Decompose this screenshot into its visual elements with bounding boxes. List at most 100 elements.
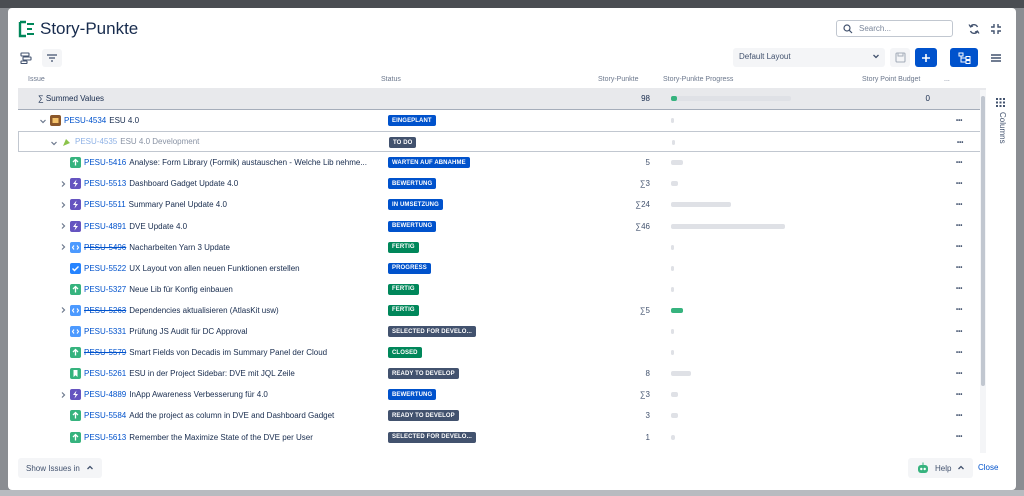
- row-actions-button[interactable]: •••: [956, 173, 962, 194]
- issue-key-link[interactable]: PESU-5416: [84, 158, 126, 167]
- row-actions-button[interactable]: •••: [956, 110, 962, 131]
- status-lozenge[interactable]: CLOSED: [388, 347, 422, 359]
- row-actions-button[interactable]: •••: [956, 237, 962, 258]
- issue-key-link[interactable]: PESU-5327: [84, 285, 126, 294]
- issue-row[interactable]: PESU-4534 ESU 4.0 EINGEPLANT •••: [18, 110, 986, 131]
- issue-row[interactable]: PESU-5511 Summary Panel Update 4.0 IN UMSE…: [18, 194, 986, 215]
- search-box[interactable]: [836, 20, 953, 37]
- collapse-toggle[interactable]: [49, 132, 59, 153]
- search-input[interactable]: [859, 22, 949, 35]
- status-lozenge[interactable]: EINGEPLANT: [388, 115, 436, 126]
- column-header-status[interactable]: Status: [381, 76, 401, 83]
- row-actions-button[interactable]: •••: [956, 321, 962, 342]
- status-lozenge[interactable]: TO DO: [389, 137, 417, 149]
- status-lozenge[interactable]: SELECTED FOR DEVELO...: [388, 431, 476, 443]
- issue-key-link[interactable]: PESU-4534: [64, 116, 106, 125]
- help-button[interactable]: Help: [908, 458, 974, 478]
- issue-key-link[interactable]: PESU-5613: [84, 433, 126, 442]
- column-header-more[interactable]: ...: [944, 76, 950, 83]
- story-points-value: ∑24: [635, 200, 650, 210]
- issue-key-link[interactable]: PESU-5263: [84, 306, 126, 315]
- row-actions-button[interactable]: •••: [956, 194, 962, 215]
- status-lozenge[interactable]: FERTIG: [388, 283, 419, 295]
- issue-key-link[interactable]: PESU-5261: [84, 369, 126, 378]
- issue-row[interactable]: PESU-5327 Neue Lib für Konfig einbauen FER…: [18, 279, 986, 300]
- story-points-value: 3: [645, 411, 650, 421]
- show-issues-in-button[interactable]: Show Issues in: [18, 458, 102, 478]
- issue-key-link[interactable]: PESU-5579: [84, 348, 126, 357]
- status-lozenge[interactable]: WARTEN AUF ABNAHME: [388, 157, 470, 169]
- issue-key-link[interactable]: PESU-4535: [75, 137, 117, 146]
- expand-toggle[interactable]: [58, 384, 68, 405]
- row-actions-button[interactable]: •••: [956, 258, 962, 279]
- save-layout-button[interactable]: [890, 48, 910, 67]
- column-header-issue[interactable]: Issue: [28, 76, 45, 83]
- issue-row[interactable]: PESU-5496 Nacharbeiten Yarn 3 Update FERTI…: [18, 237, 986, 258]
- structure-button[interactable]: [950, 48, 978, 67]
- issue-row[interactable]: PESU-5263 Dependencies aktualisieren (Atl…: [18, 300, 986, 321]
- issue-row[interactable]: PESU-4891 DVE Update 4.0 BEWERTUNG ∑46 •••: [18, 216, 986, 237]
- issue-summary: InApp Awareness Verbesserung für 4.0: [129, 390, 268, 400]
- status-lozenge[interactable]: BEWERTUNG: [388, 220, 437, 232]
- status-lozenge[interactable]: FERTIG: [388, 241, 419, 253]
- issue-row[interactable]: PESU-4535 ESU 4.0 Development TO DO •••: [18, 131, 986, 153]
- issue-key-link[interactable]: PESU-5522: [84, 264, 126, 273]
- row-actions-button[interactable]: •••: [957, 132, 963, 153]
- expand-toggle[interactable]: [58, 237, 68, 258]
- issue-key-link[interactable]: PESU-5584: [84, 411, 126, 420]
- expand-toggle[interactable]: [58, 173, 68, 194]
- status-lozenge[interactable]: READY TO DEVELOP: [388, 410, 459, 422]
- layout-select[interactable]: Default Layout: [733, 48, 885, 67]
- issue-key-link[interactable]: PESU-4891: [84, 222, 126, 231]
- row-actions-button[interactable]: •••: [956, 279, 962, 300]
- issue-row[interactable]: PESU-5584 Add the project as column in DV…: [18, 405, 986, 426]
- collapse-toggle[interactable]: [38, 110, 48, 131]
- column-header-budget[interactable]: Story Point Budget: [862, 76, 920, 83]
- status-lozenge[interactable]: PROGRESS: [388, 262, 431, 274]
- issue-key-link[interactable]: PESU-5496: [84, 243, 126, 252]
- row-actions-button[interactable]: •••: [956, 216, 962, 237]
- filter-button[interactable]: [42, 49, 62, 67]
- issue-key-link[interactable]: PESU-5331: [84, 327, 126, 336]
- minimize-button[interactable]: [988, 21, 1004, 37]
- row-actions-button[interactable]: •••: [956, 427, 962, 448]
- expand-toggle[interactable]: [58, 300, 68, 321]
- row-actions-button[interactable]: •••: [956, 405, 962, 426]
- status-lozenge[interactable]: SELECTED FOR DEVELO...: [388, 326, 476, 337]
- status-lozenge[interactable]: IN UMSETZUNG: [388, 199, 443, 211]
- row-actions-button[interactable]: •••: [956, 152, 962, 173]
- refresh-button[interactable]: [966, 21, 982, 37]
- issue-row[interactable]: PESU-5416 Analyse: Form Library (Formik) …: [18, 152, 986, 173]
- issue-key-link[interactable]: PESU-5511: [84, 200, 126, 209]
- status-lozenge[interactable]: READY TO DEVELOP: [388, 368, 459, 380]
- expand-toggle[interactable]: [58, 216, 68, 237]
- menu-button[interactable]: [984, 48, 1008, 67]
- issue-row[interactable]: PESU-5513 Dashboard Gadget Update 4.0 BEWE…: [18, 173, 986, 194]
- progress-bar: [672, 140, 675, 146]
- issue-row[interactable]: PESU-5613 Remember the Maximize State of …: [18, 427, 986, 448]
- expand-toggle[interactable]: [58, 194, 68, 215]
- column-header-progress[interactable]: Story-Punkte Progress: [663, 76, 733, 83]
- close-button[interactable]: Close: [978, 463, 998, 472]
- dialog-header: Story-Punkte: [8, 8, 1016, 52]
- scrollbar-thumb[interactable]: [981, 96, 985, 386]
- row-actions-button[interactable]: •••: [956, 342, 962, 363]
- column-header-story-points[interactable]: Story-Punkte: [598, 76, 638, 83]
- add-button[interactable]: [915, 48, 937, 67]
- status-lozenge[interactable]: BEWERTUNG: [388, 389, 437, 401]
- row-actions-button[interactable]: •••: [956, 384, 962, 405]
- summed-values-progress-bar: [671, 96, 791, 101]
- columns-side-panel[interactable]: Columns: [990, 98, 1012, 158]
- issue-row[interactable]: PESU-5261 ESU in der Project Sidebar: DVE…: [18, 363, 986, 384]
- issue-key-link[interactable]: PESU-5513: [84, 179, 126, 188]
- issue-row[interactable]: PESU-5522 UX Layout von allen neuen Funkt…: [18, 258, 986, 279]
- issue-row[interactable]: PESU-5331 Prüfung JS Audit für DC Approva…: [18, 321, 986, 342]
- issue-row[interactable]: PESU-4889 InApp Awareness Verbesserung fü…: [18, 384, 986, 405]
- row-actions-button[interactable]: •••: [956, 363, 962, 384]
- status-lozenge[interactable]: FERTIG: [388, 304, 419, 316]
- issue-row[interactable]: PESU-5579 Smart Fields von Decadis im Sum…: [18, 342, 986, 363]
- row-actions-button[interactable]: •••: [956, 300, 962, 321]
- status-lozenge[interactable]: BEWERTUNG: [388, 178, 437, 190]
- issue-key-link[interactable]: PESU-4889: [84, 390, 126, 399]
- hierarchy-button[interactable]: [16, 49, 36, 67]
